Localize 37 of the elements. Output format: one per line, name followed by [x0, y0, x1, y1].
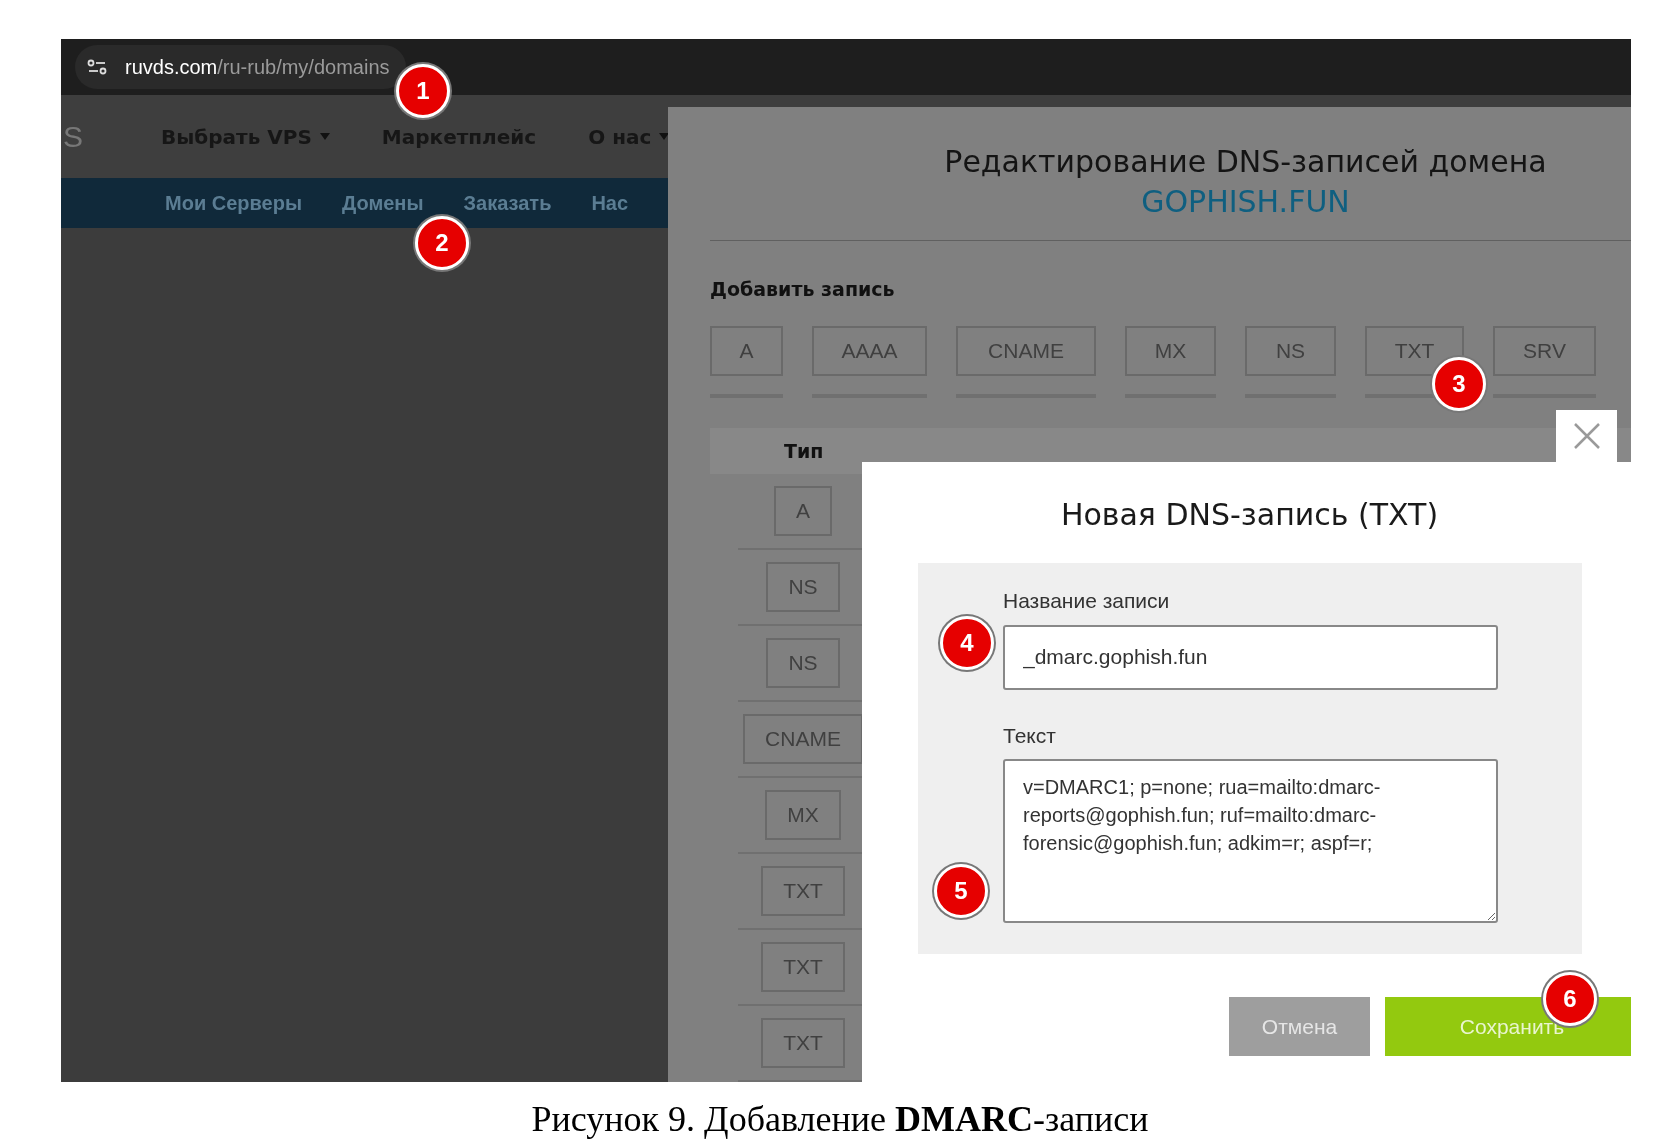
- annotation-badge: 2: [415, 216, 469, 270]
- record-type-tag: NS: [766, 638, 840, 688]
- record-type-tag: NS: [766, 562, 840, 612]
- url-field[interactable]: ruvds.com/ru-rub/my/domains: [75, 45, 406, 89]
- field-label: Текст: [1003, 722, 1057, 749]
- site-logo: S: [63, 119, 84, 155]
- column-header: Тип: [784, 438, 824, 464]
- sub-nav-link[interactable]: Нас: [591, 188, 629, 218]
- panel-title: Редактирование DNS-записей домена: [943, 143, 1548, 181]
- sub-nav-link[interactable]: Заказать: [463, 188, 552, 218]
- figure-caption: Рисунок 9. Добавление DMARC-записи: [530, 1098, 1150, 1141]
- section-label: Добавить запись: [710, 277, 896, 303]
- record-name-field[interactable]: _dmarc.gophish.fun: [1003, 624, 1498, 690]
- record-type-button[interactable]: MX: [1125, 325, 1216, 376]
- record-type-button[interactable]: AAAA: [812, 325, 927, 376]
- record-type-button[interactable]: A: [710, 325, 783, 376]
- field-label: Название записи: [1003, 588, 1171, 614]
- sub-nav-link[interactable]: Мои Серверы: [165, 188, 302, 218]
- record-type-button[interactable]: CNAME: [956, 325, 1096, 376]
- caret-icon: [659, 132, 670, 141]
- record-type-tag: TXT: [761, 866, 845, 916]
- sub-nav-link[interactable]: Домены: [341, 188, 424, 218]
- record-type-tag: MX: [765, 790, 841, 840]
- record-type-tag: CNAME: [743, 714, 863, 764]
- record-type-button[interactable]: SRV: [1493, 325, 1596, 376]
- record-type-tag: TXT: [761, 1018, 845, 1068]
- record-type-tag: TXT: [761, 942, 845, 992]
- dialog-title: Новая DNS-запись (TXT): [1059, 496, 1440, 534]
- record-type-tag: A: [774, 486, 832, 536]
- close-icon: [1572, 422, 1601, 450]
- record-text-field[interactable]: v=DMARC1; p=none; rua=mailto:dmarc-reports@gophish.fun; ruf=mailto:dmarc-forensic@gophish.fun; adkim=r; aspf=r;: [1003, 759, 1498, 923]
- caret-icon: [319, 132, 330, 141]
- record-type-button[interactable]: NS: [1245, 325, 1336, 376]
- close-button[interactable]: [1556, 410, 1617, 462]
- domain-name: GOPHISH.FUN: [1140, 183, 1351, 221]
- cancel-button[interactable]: Отмена: [1229, 997, 1370, 1056]
- url-text: ruvds.com/ru-rub/my/domains: [125, 55, 390, 80]
